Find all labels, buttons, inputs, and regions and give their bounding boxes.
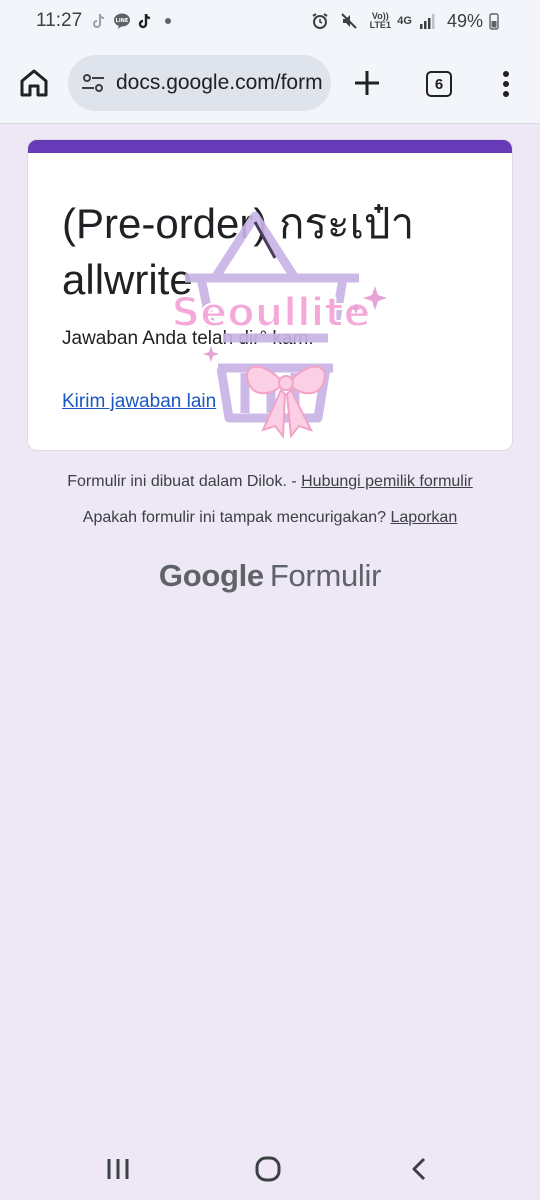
plus-icon <box>355 71 379 95</box>
form-origin-note: Formulir ini dibuat dalam Dilok. - Hubun… <box>0 473 540 491</box>
suspicious-text: Apakah formulir ini tampak mencurigakan? <box>82 509 387 526</box>
tiktok-icon <box>136 12 154 30</box>
4g-icon: 4G <box>397 14 412 27</box>
back-button[interactable] <box>405 1154 435 1184</box>
home-icon <box>20 69 48 97</box>
svg-text:LINE: LINE <box>116 18 129 24</box>
url-bar[interactable]: docs.google.com/form <box>68 55 331 111</box>
battery-icon <box>489 12 499 30</box>
tiktok-lite-icon <box>90 12 108 30</box>
recents-icon <box>107 1159 129 1179</box>
watermark-text: Seoullite <box>171 290 370 336</box>
alarm-icon <box>311 12 329 30</box>
recents-button[interactable] <box>103 1154 133 1184</box>
mute-icon <box>340 12 358 30</box>
tab-switcher-button[interactable]: 6 <box>426 71 452 97</box>
google-forms-logo[interactable]: Google Formulir <box>0 558 540 594</box>
home-nav-button[interactable] <box>253 1154 283 1184</box>
line-icon: LINE <box>113 12 131 30</box>
google-wordmark: Google <box>158 558 264 593</box>
kebab-menu-icon <box>503 71 509 97</box>
browser-toolbar: docs.google.com/form 6 <box>0 42 540 124</box>
made-in-text: Formulir ini dibuat dalam Dilok. - <box>67 473 297 490</box>
back-icon <box>412 1157 426 1181</box>
system-navigation-bar <box>0 1136 540 1200</box>
card-accent-bar <box>28 140 512 153</box>
forms-wordmark: Formulir <box>269 558 382 593</box>
contact-owner-link[interactable]: Hubungi pemilik formulir <box>301 473 473 490</box>
site-settings-icon[interactable] <box>80 70 106 96</box>
report-link[interactable]: Laporkan <box>391 509 458 526</box>
status-bar: 11:27 LINE Vo)) LTE1 4G 49% <box>0 0 540 42</box>
new-tab-button[interactable] <box>352 68 382 98</box>
more-menu-button[interactable] <box>496 69 516 99</box>
form-response-card: (Pre-order) กระเป๋า allwrite Jawaban And… <box>27 139 513 451</box>
signal-icon <box>418 12 436 30</box>
home-button[interactable] <box>17 66 51 100</box>
url-text[interactable]: docs.google.com/form <box>116 71 323 95</box>
status-time: 11:27 <box>36 10 83 31</box>
more-notifications-dot-icon <box>165 18 172 24</box>
seoullite-watermark-logo: Seoullite <box>170 211 387 439</box>
report-note: Apakah formulir ini tampak mencurigakan?… <box>0 509 540 527</box>
battery-percent: 49% <box>446 10 483 31</box>
home-nav-icon <box>255 1156 281 1182</box>
volte-icon: Vo)) LTE1 <box>369 11 391 30</box>
